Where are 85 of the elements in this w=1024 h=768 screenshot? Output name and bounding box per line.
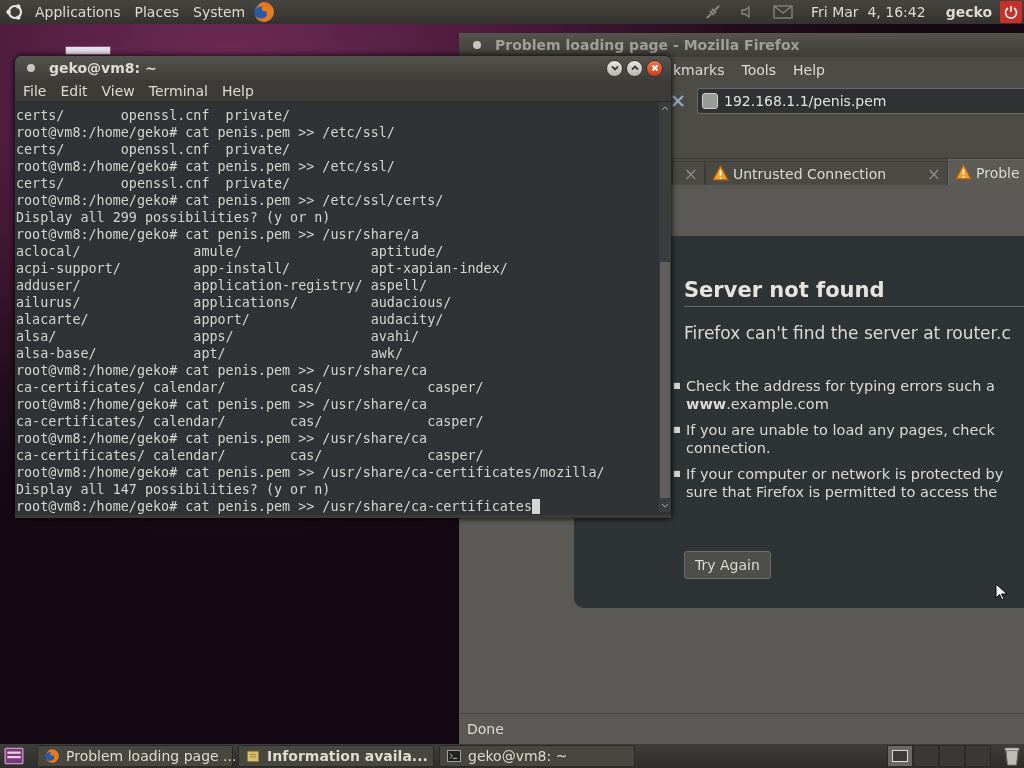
menu-item[interactable]: View [101, 82, 135, 99]
terminal-line: root@vm8:/home/geko# cat penis.pem >> /etc/ssl/ [16, 124, 395, 141]
trash-icon[interactable] [1004, 746, 1020, 766]
suggestion-text: Check the address for typing errors such a www.example.com [686, 377, 995, 413]
panel-menu[interactable]: Places [134, 4, 180, 20]
menu-item[interactable]: Help [793, 62, 825, 78]
taskbar-button[interactable]: Information availa... [238, 745, 434, 767]
panel-menu[interactable]: Applications [35, 4, 121, 20]
error-heading: Server not found [684, 278, 1024, 307]
show-desktop-icon[interactable] [4, 746, 24, 766]
warning-icon [955, 164, 972, 181]
menu-item[interactable]: Edit [60, 82, 88, 99]
bullet: ■ [673, 424, 682, 436]
terminal-line: ca-certificates/ calendar/ cas/ casper/ [16, 447, 484, 464]
desktop-icon[interactable] [65, 46, 111, 55]
error-message: Firefox can't find the server at router.c [684, 323, 1012, 343]
terminal-line: root@vm8:/home/geko# cat penis.pem >> /usr/share/a [16, 226, 420, 243]
terminal-line: root@vm8:/home/geko# cat penis.pem >> /usr/share/ca-certificates/mozilla/ [16, 464, 605, 481]
workspace-tile[interactable] [939, 745, 965, 767]
terminal-line: certs/ openssl.cnf private/ [16, 141, 291, 158]
browser-icon [44, 748, 60, 764]
stop-icon[interactable] [671, 94, 685, 108]
close-button[interactable] [646, 59, 663, 77]
close-icon [649, 63, 660, 73]
mouse-cursor-icon [995, 583, 1007, 601]
menu-item[interactable]: Tools [741, 62, 776, 78]
scrollbar-drawing[interactable] [659, 102, 671, 512]
terminal-line: alsa/ apps/ avahi/ [16, 328, 420, 345]
terminal-line: adduser/ application-registry/ aspell/ [16, 277, 428, 294]
clock[interactable]: Fri Mar 4, 16:42 [811, 4, 926, 20]
bullet: ■ [673, 380, 682, 392]
terminal-line: certs/ openssl.cnf private/ [16, 107, 291, 124]
note-icon [245, 748, 261, 764]
terminal-line: acpi-support/ app-install/ apt-xapian-index/ [16, 260, 508, 277]
terminal-line: root@vm8:/home/geko# cat penis.pem >> /usr/share/ca [16, 430, 428, 447]
envelope-icon[interactable] [773, 4, 793, 20]
window-title: Problem loading page - Mozilla Firefox [495, 37, 800, 53]
taskbar-button[interactable]: geko@vm8: ~ [439, 745, 635, 767]
menu-item[interactable]: File [23, 82, 47, 99]
terminal-line: root@vm8:/home/geko# cat penis.pem >> /usr/share/ca-certificates [16, 498, 532, 515]
terminal-line: Display all 147 possibilities? (y or n) [16, 481, 331, 498]
site-icon [702, 93, 718, 109]
browser-tab[interactable]: Proble [948, 159, 1024, 185]
workspace-tile[interactable] [913, 745, 939, 767]
terminal-line: certs/ openssl.cnf private/ [16, 175, 291, 192]
browser-launcher-icon[interactable] [253, 1, 276, 23]
chevron-up-icon [629, 63, 640, 73]
workspace-tile[interactable] [965, 745, 991, 767]
terminal-line: alsa-base/ apt/ awk/ [16, 345, 403, 362]
terminal-line: root@vm8:/home/geko# cat penis.pem >> /usr/share/ca [16, 396, 428, 413]
menu-item[interactable]: Help [221, 82, 254, 99]
user-menu[interactable]: gecko [945, 4, 992, 20]
terminal-line: ca-certificates/ calendar/ cas/ casper/ [16, 379, 484, 396]
terminal-line: ca-certificates/ calendar/ cas/ casper/ [16, 413, 484, 430]
menu-logo-icon[interactable] [5, 2, 25, 22]
suggestion-text: If you are unable to load any pages, check connection. [686, 421, 995, 457]
menu-item[interactable]: Terminal [148, 82, 208, 99]
terminal-line: root@vm8:/home/geko# cat penis.pem >> /usr/share/ca [16, 362, 428, 379]
try-again-button[interactable]: Try Again [684, 551, 771, 579]
menu-item[interactable]: kmarks [673, 62, 725, 78]
address-field[interactable]: 192.168.1.1/penis.pem [697, 88, 1024, 114]
maximize-button[interactable] [626, 59, 643, 77]
terminal-line: alacarte/ apport/ audacity/ [16, 311, 444, 328]
status-text: Done [467, 721, 504, 737]
minimize-button[interactable] [606, 59, 623, 77]
warning-icon [712, 165, 729, 182]
terminal-icon [446, 748, 462, 764]
taskbar-button[interactable]: Problem loading page ... [37, 745, 233, 767]
window-title: geko@vm8: ~ [49, 60, 157, 76]
network-icon[interactable] [705, 4, 721, 20]
workspace-tile[interactable] [887, 745, 913, 767]
terminal-line: root@vm8:/home/geko# cat penis.pem >> /etc/ssl/certs/ [16, 192, 444, 209]
terminal-line: root@vm8:/home/geko# cat penis.pem >> /etc/ssl/ [16, 158, 395, 175]
terminal-line: aclocal/ amule/ aptitude/ [16, 243, 444, 260]
suggestion-text: If your computer or network is protected by sure that Firefox is permitted to access the [686, 465, 1004, 501]
terminal-line: ailurus/ applications/ audacious/ [16, 294, 452, 311]
bullet: ■ [673, 468, 682, 480]
window-menu-icon[interactable] [473, 41, 481, 49]
browser-tab[interactable]: Untrusted Connection × [705, 161, 948, 185]
power-button[interactable] [1000, 1, 1022, 23]
text-cursor [531, 499, 540, 514]
terminal-line: Display all 299 possibilities? (y or n) [16, 209, 331, 226]
panel-menu[interactable]: System [193, 4, 246, 20]
chevron-down-icon [609, 63, 620, 73]
window-menu-icon[interactable] [27, 64, 35, 72]
